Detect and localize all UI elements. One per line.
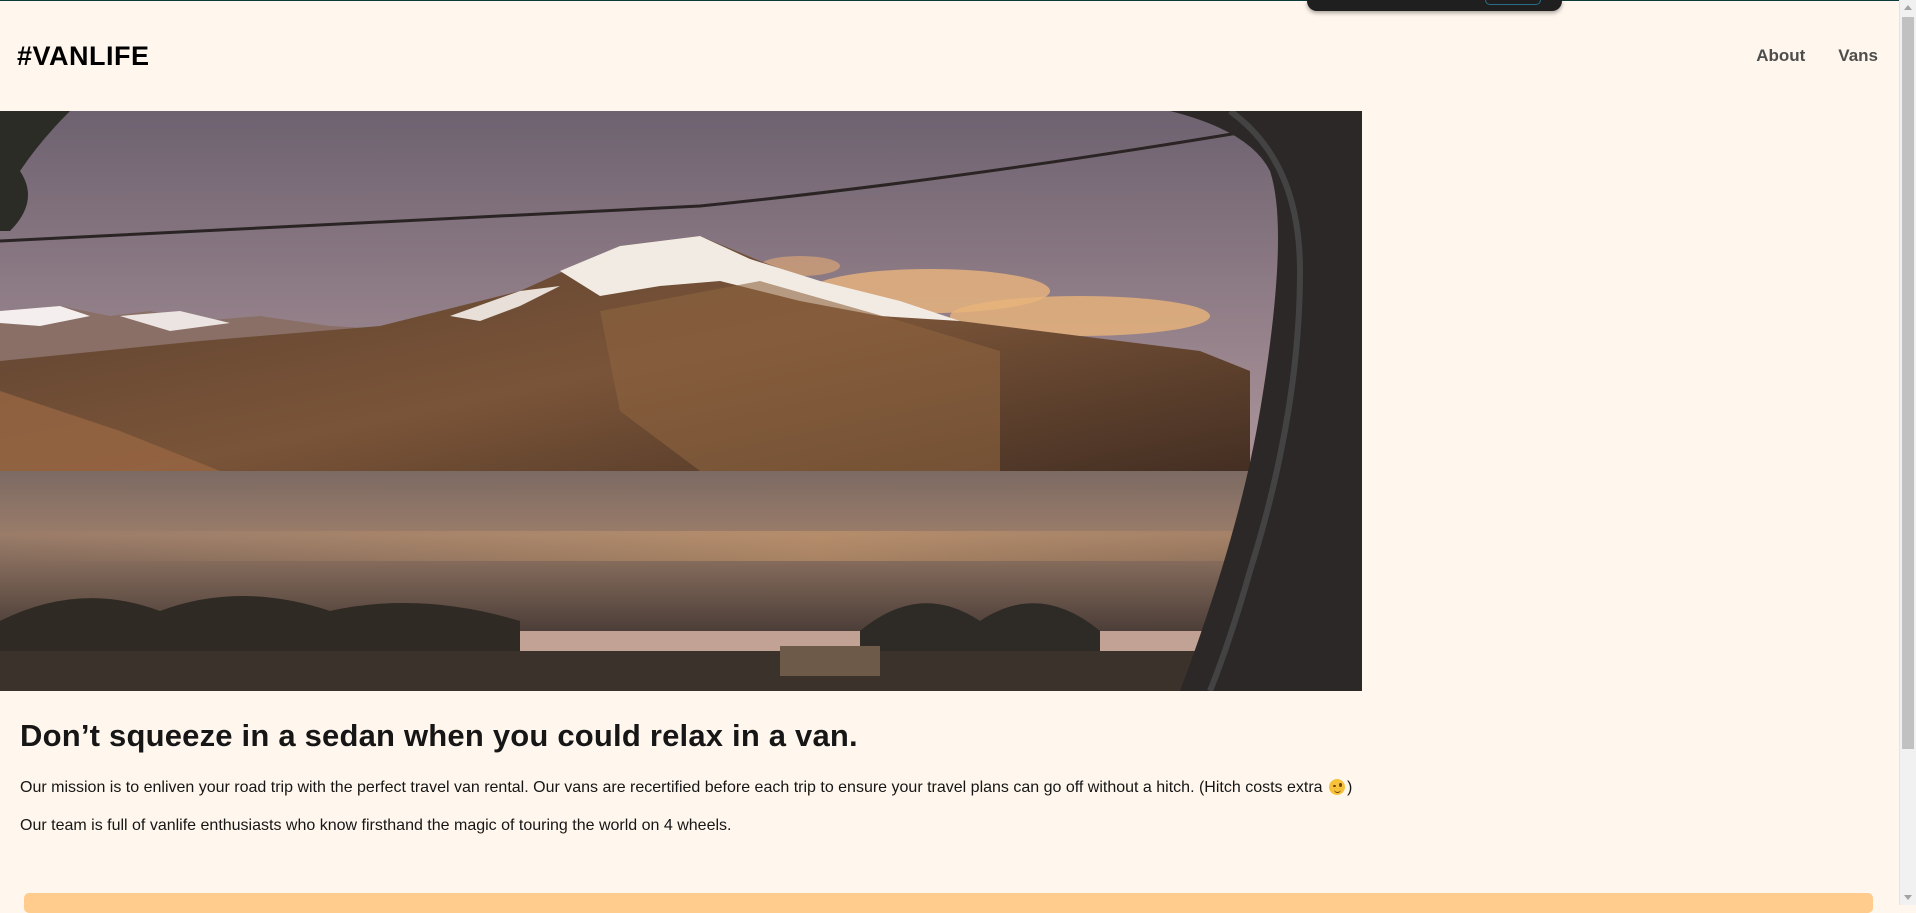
site-header: #VANLIFE About Vans [0, 0, 1900, 111]
scroll-thumb[interactable] [1902, 17, 1914, 749]
team-paragraph: Our team is full of vanlife enthusiasts … [20, 817, 732, 834]
main-nav: About Vans [1756, 46, 1878, 66]
hero-image [0, 111, 1362, 691]
mission-text-end: ) [1347, 779, 1353, 796]
scroll-down-arrow-icon[interactable] [1904, 895, 1912, 900]
page: #VANLIFE About Vans Don’t squeeze in a s… [0, 0, 1916, 913]
vertical-scrollbar[interactable] [1899, 0, 1916, 905]
site-logo[interactable]: #VANLIFE [17, 41, 150, 72]
toolbar-button[interactable] [1485, 0, 1541, 5]
cta-banner [24, 893, 1873, 913]
nav-link-vans[interactable]: Vans [1838, 46, 1878, 66]
scroll-up-arrow-icon[interactable] [1904, 5, 1912, 10]
nav-link-about[interactable]: About [1756, 46, 1805, 66]
wink-emoji-icon [1329, 779, 1345, 795]
mountain-lake-photo [0, 111, 1362, 691]
mission-text: Our mission is to enliven your road trip… [20, 779, 1323, 796]
mission-paragraph: Our mission is to enliven your road trip… [20, 778, 1352, 798]
floating-toolbar[interactable] [1307, 0, 1562, 11]
page-headline: Don’t squeeze in a sedan when you could … [20, 718, 858, 753]
